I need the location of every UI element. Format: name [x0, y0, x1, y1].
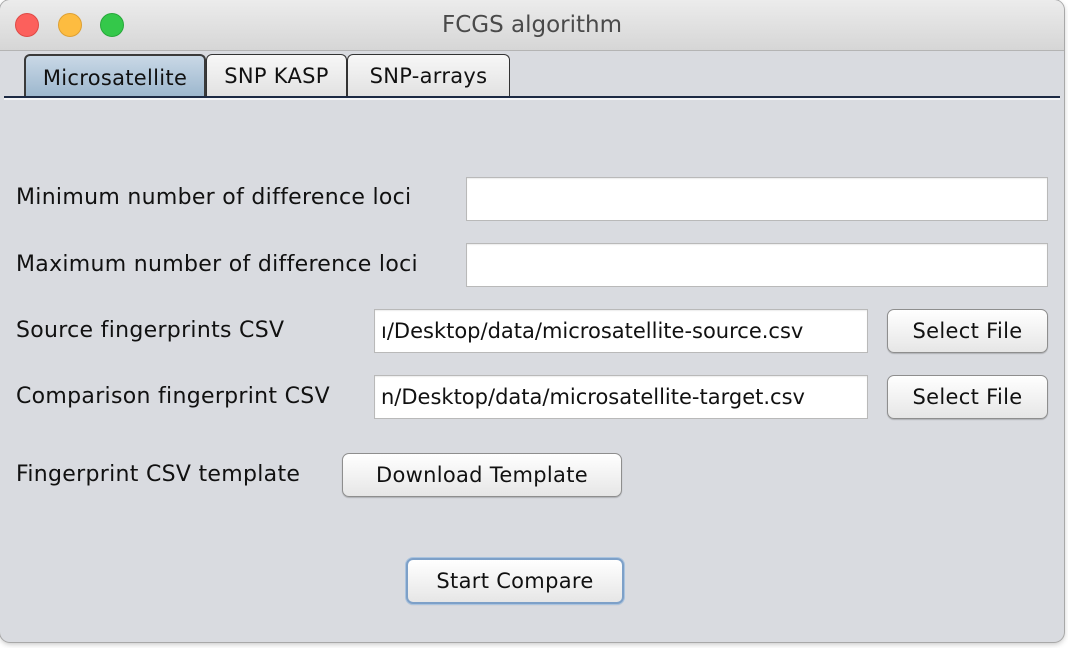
- template-label: Fingerprint CSV template: [16, 462, 301, 487]
- tab-divider-highlight: [4, 98, 1060, 100]
- select-comparison-file-button[interactable]: Select File: [887, 375, 1048, 419]
- tab-microsatellite[interactable]: Microsatellite: [24, 54, 206, 98]
- tab-snp-kasp[interactable]: SNP KASP: [206, 54, 347, 96]
- max-loci-label: Maximum number of difference loci: [16, 252, 418, 277]
- min-loci-input[interactable]: [466, 177, 1048, 221]
- comparison-csv-label: Comparison fingerprint CSV: [16, 384, 330, 409]
- tab-snp-arrays[interactable]: SNP-arrays: [347, 54, 510, 96]
- select-source-file-button[interactable]: Select File: [887, 309, 1048, 353]
- download-template-button[interactable]: Download Template: [342, 453, 622, 497]
- source-csv-label: Source fingerprints CSV: [16, 318, 285, 343]
- start-compare-button[interactable]: Start Compare: [406, 558, 624, 604]
- min-loci-label: Minimum number of difference loci: [16, 185, 412, 210]
- max-loci-input[interactable]: [466, 243, 1048, 287]
- title-bar: FCGS algorithm: [0, 0, 1064, 51]
- source-csv-input[interactable]: ı/Desktop/data/microsatellite-source.csv: [374, 309, 868, 353]
- window-title: FCGS algorithm: [441, 12, 623, 38]
- app-window: FCGS algorithm Microsatellite SNP KASP S…: [0, 0, 1064, 642]
- comparison-csv-input[interactable]: n/Desktop/data/microsatellite-target.csv: [374, 375, 868, 419]
